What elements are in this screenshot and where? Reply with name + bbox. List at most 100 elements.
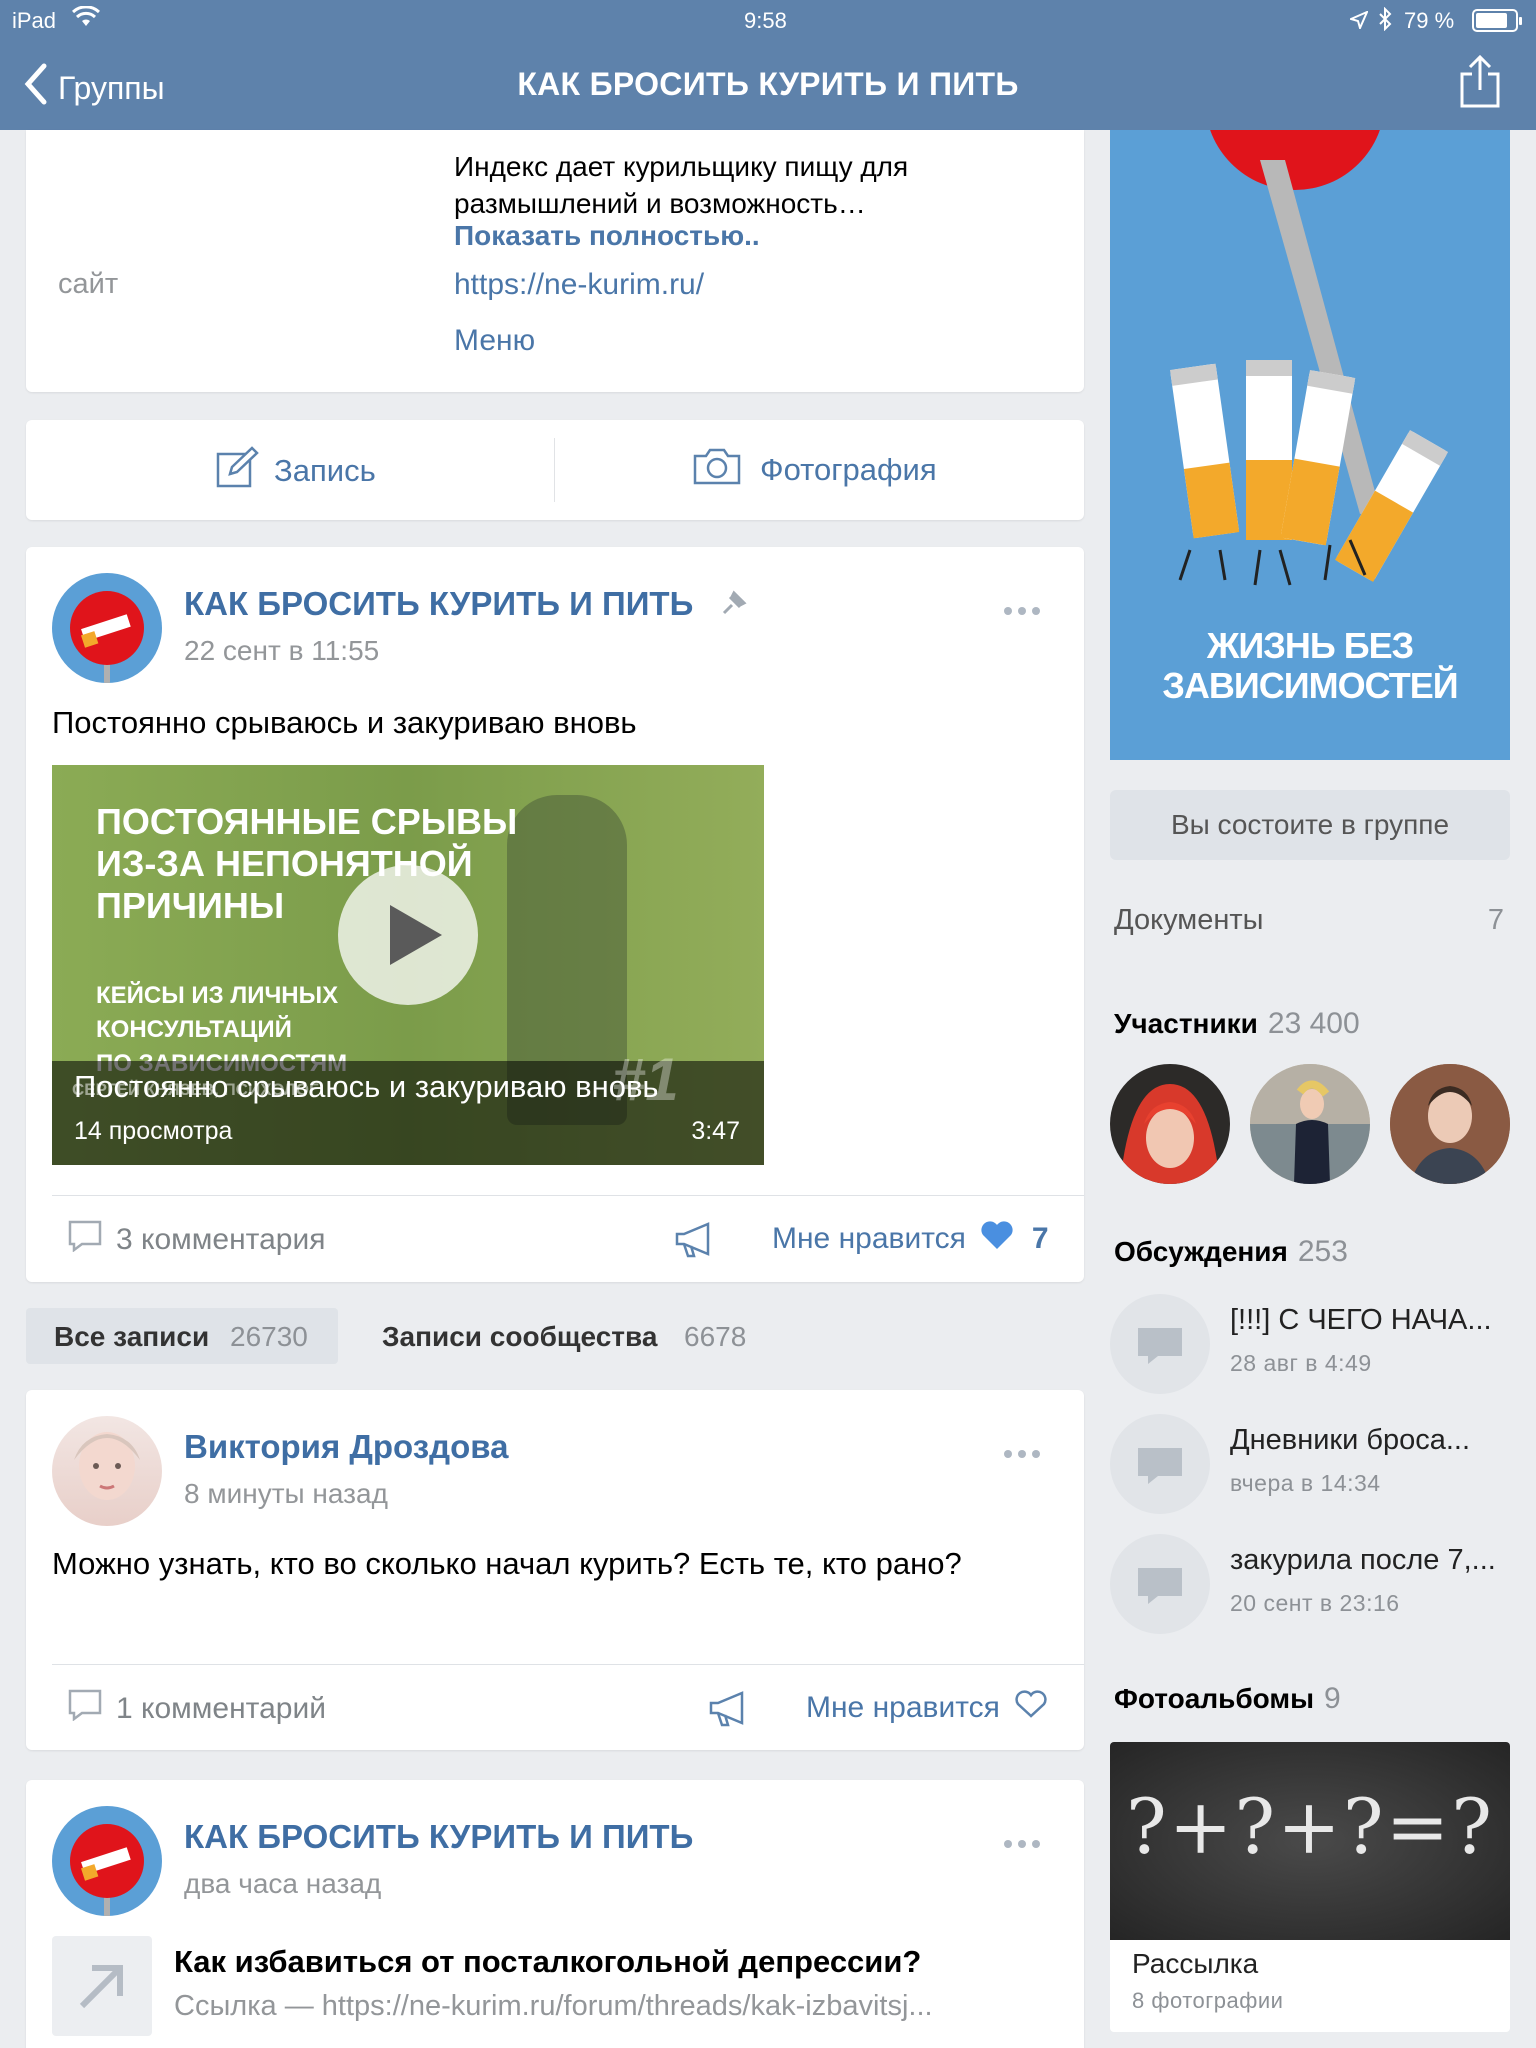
members-header[interactable]: Участники 23 400 xyxy=(1114,1007,1360,1041)
tab-all-posts[interactable]: Все записи 26730 xyxy=(26,1308,338,1364)
share-megaphone-icon[interactable] xyxy=(708,1691,748,1735)
play-button[interactable] xyxy=(338,865,478,1005)
comments-count: 3 комментария xyxy=(116,1223,326,1256)
album-title: Рассылка xyxy=(1132,1948,1259,1979)
comment-icon xyxy=(68,1220,102,1260)
group-cover: ЖИЗНЬ БЕЗ ЗАВИСИМОСТЕЙ xyxy=(1110,130,1510,760)
more-options-icon[interactable] xyxy=(1004,1450,1040,1458)
status-bar: iPad 9:58 79 % xyxy=(0,0,1536,40)
like-button[interactable]: Мне нравится xyxy=(806,1689,1048,1727)
albums-label: Фотоальбомы xyxy=(1114,1683,1314,1714)
show-more-link[interactable]: Показать полностью.. xyxy=(454,220,760,252)
location-icon xyxy=(1348,9,1369,35)
pencil-icon xyxy=(216,446,260,496)
tab-community-label: Записи сообщества xyxy=(382,1321,658,1352)
bluetooth-icon xyxy=(1378,6,1392,37)
albums-count: 9 xyxy=(1323,1682,1341,1715)
arrow-up-right-icon xyxy=(52,1965,152,2040)
discussion-date: 20 сент в 23:16 xyxy=(1230,1590,1400,1616)
navigation-bar: Группы КАК БРОСИТЬ КУРИТЬ И ПИТЬ xyxy=(0,40,1536,130)
video-duration: 3:47 xyxy=(691,1117,740,1145)
discussion-bubble xyxy=(1110,1534,1210,1634)
discussions-label: Обсуждения xyxy=(1114,1236,1288,1267)
cover-slogan: ЖИЗНЬ БЕЗ ЗАВИСИМОСТЕЙ xyxy=(1162,625,1458,706)
link-post: КАК БРОСИТЬ КУРИТЬ И ПИТЬ два часа назад… xyxy=(26,1780,1084,2048)
discussion-title: закурила после 7,... xyxy=(1230,1544,1496,1576)
discussion-title: Дневники броса... xyxy=(1230,1424,1471,1456)
membership-button[interactable]: Вы состоите в группе xyxy=(1110,790,1510,860)
video-thumbnail[interactable]: ПОСТОЯННЫЕ СРЫВЫ ИЗ-ЗА НЕПОНЯТНОЙ ПРИЧИН… xyxy=(52,765,764,1165)
discussions-count: 253 xyxy=(1297,1235,1348,1268)
discussion-title: [!!!] С ЧЕГО НАЧА... xyxy=(1230,1304,1492,1336)
page-title: КАК БРОСИТЬ КУРИТЬ И ПИТЬ xyxy=(517,66,1019,102)
post-text: Постоянно срываюсь и закуриваю вновь xyxy=(52,705,637,740)
discussion-date: вчера в 14:34 xyxy=(1230,1470,1381,1496)
album-chalk-text: ?+?+?=? xyxy=(1125,1782,1495,1871)
post-date: 22 сент в 11:55 xyxy=(184,635,380,666)
documents-count: 7 xyxy=(1487,904,1504,936)
menu-link[interactable]: Меню xyxy=(454,324,535,358)
pin-icon xyxy=(720,587,750,622)
comments-button[interactable]: 3 комментария xyxy=(68,1220,325,1260)
chat-bubble-icon xyxy=(1110,1328,1210,1398)
post-author[interactable]: КАК БРОСИТЬ КУРИТЬ И ПИТЬ xyxy=(184,585,693,623)
comments-button[interactable]: 1 комментарий xyxy=(68,1689,326,1729)
clock: 9:58 xyxy=(744,8,787,33)
member-avatar[interactable] xyxy=(1250,1064,1370,1184)
link-preview-box[interactable] xyxy=(52,1936,152,2036)
discussion-item[interactable]: Дневники броса... вчера в 14:34 xyxy=(1110,1414,1510,1514)
group-avatar[interactable] xyxy=(52,1806,162,1916)
more-options-icon[interactable] xyxy=(1004,607,1040,615)
share-button[interactable] xyxy=(1458,54,1502,115)
like-label: Мне нравится xyxy=(806,1691,1000,1724)
member-avatar[interactable] xyxy=(1110,1064,1230,1184)
pinned-post: КАК БРОСИТЬ КУРИТЬ И ПИТЬ 22 сент в 11:5… xyxy=(26,547,1084,1282)
tab-community-count: 6678 xyxy=(684,1321,747,1352)
album-card[interactable]: ?+?+?=? Рассылка 8 фотографии xyxy=(1110,1742,1510,2032)
discussion-bubble xyxy=(1110,1294,1210,1394)
post-text: Можно узнать, кто во сколько начал курит… xyxy=(52,1546,962,1581)
like-button[interactable]: Мне нравится 7 xyxy=(772,1220,1049,1258)
discussion-bubble xyxy=(1110,1414,1210,1514)
chat-bubble-icon xyxy=(1110,1448,1210,1518)
post-author[interactable]: КАК БРОСИТЬ КУРИТЬ И ПИТЬ xyxy=(184,1818,693,1856)
wifi-icon xyxy=(71,5,101,34)
discussion-item[interactable]: закурила после 7,... 20 сент в 23:16 xyxy=(1110,1534,1510,1634)
more-options-icon[interactable] xyxy=(1004,1840,1040,1848)
group-info-card: Индекс дает курильщику пищу для размышле… xyxy=(26,130,1084,392)
album-count: 8 фотографии xyxy=(1132,1988,1284,2013)
post-actions: 3 комментария Мне нравится 7 xyxy=(52,1195,1084,1281)
video-title: Постоянно срываюсь и закуриваю вновь xyxy=(74,1069,659,1104)
post-time: 8 минуты назад xyxy=(184,1478,388,1509)
documents-link[interactable]: Документы 7 xyxy=(1114,904,1504,937)
tab-all-count: 26730 xyxy=(230,1321,308,1352)
link-url[interactable]: Ссылка — https://ne-kurim.ru/forum/threa… xyxy=(174,1990,1054,2023)
play-icon xyxy=(338,905,478,1009)
members-count: 23 400 xyxy=(1267,1007,1360,1040)
discussion-date: 28 авг в 4:49 xyxy=(1230,1350,1372,1376)
group-avatar[interactable] xyxy=(52,573,162,683)
link-title[interactable]: Как избавиться от посталкогольной депрес… xyxy=(174,1944,921,1980)
discussions-header[interactable]: Обсуждения 253 xyxy=(1114,1235,1348,1269)
new-post-button[interactable]: Запись xyxy=(216,446,376,496)
comments-count: 1 комментарий xyxy=(116,1692,326,1725)
albums-header[interactable]: Фотоальбомы 9 xyxy=(1114,1682,1341,1716)
share-megaphone-icon[interactable] xyxy=(674,1222,714,1266)
site-label: сайт xyxy=(58,268,119,300)
heart-outline-icon xyxy=(1014,1689,1048,1727)
member-avatar[interactable] xyxy=(1390,1064,1510,1184)
like-label: Мне нравится xyxy=(772,1222,966,1255)
site-link[interactable]: https://ne-kurim.ru/ xyxy=(454,268,704,302)
members-label: Участники xyxy=(1114,1008,1258,1039)
new-photo-label: Фотография xyxy=(760,452,937,487)
device-name: iPad xyxy=(12,8,57,33)
camera-icon xyxy=(692,446,742,494)
user-post: Виктория Дроздова 8 минуты назад Можно у… xyxy=(26,1390,1084,1750)
post-author[interactable]: Виктория Дроздова xyxy=(184,1428,509,1466)
post-actions: 1 комментарий Мне нравится xyxy=(52,1664,1084,1750)
user-avatar[interactable] xyxy=(52,1416,162,1526)
compose-divider xyxy=(554,438,555,502)
new-photo-button[interactable]: Фотография xyxy=(692,446,937,494)
discussion-item[interactable]: [!!!] С ЧЕГО НАЧА... 28 авг в 4:49 xyxy=(1110,1294,1510,1394)
comment-icon xyxy=(68,1689,102,1729)
